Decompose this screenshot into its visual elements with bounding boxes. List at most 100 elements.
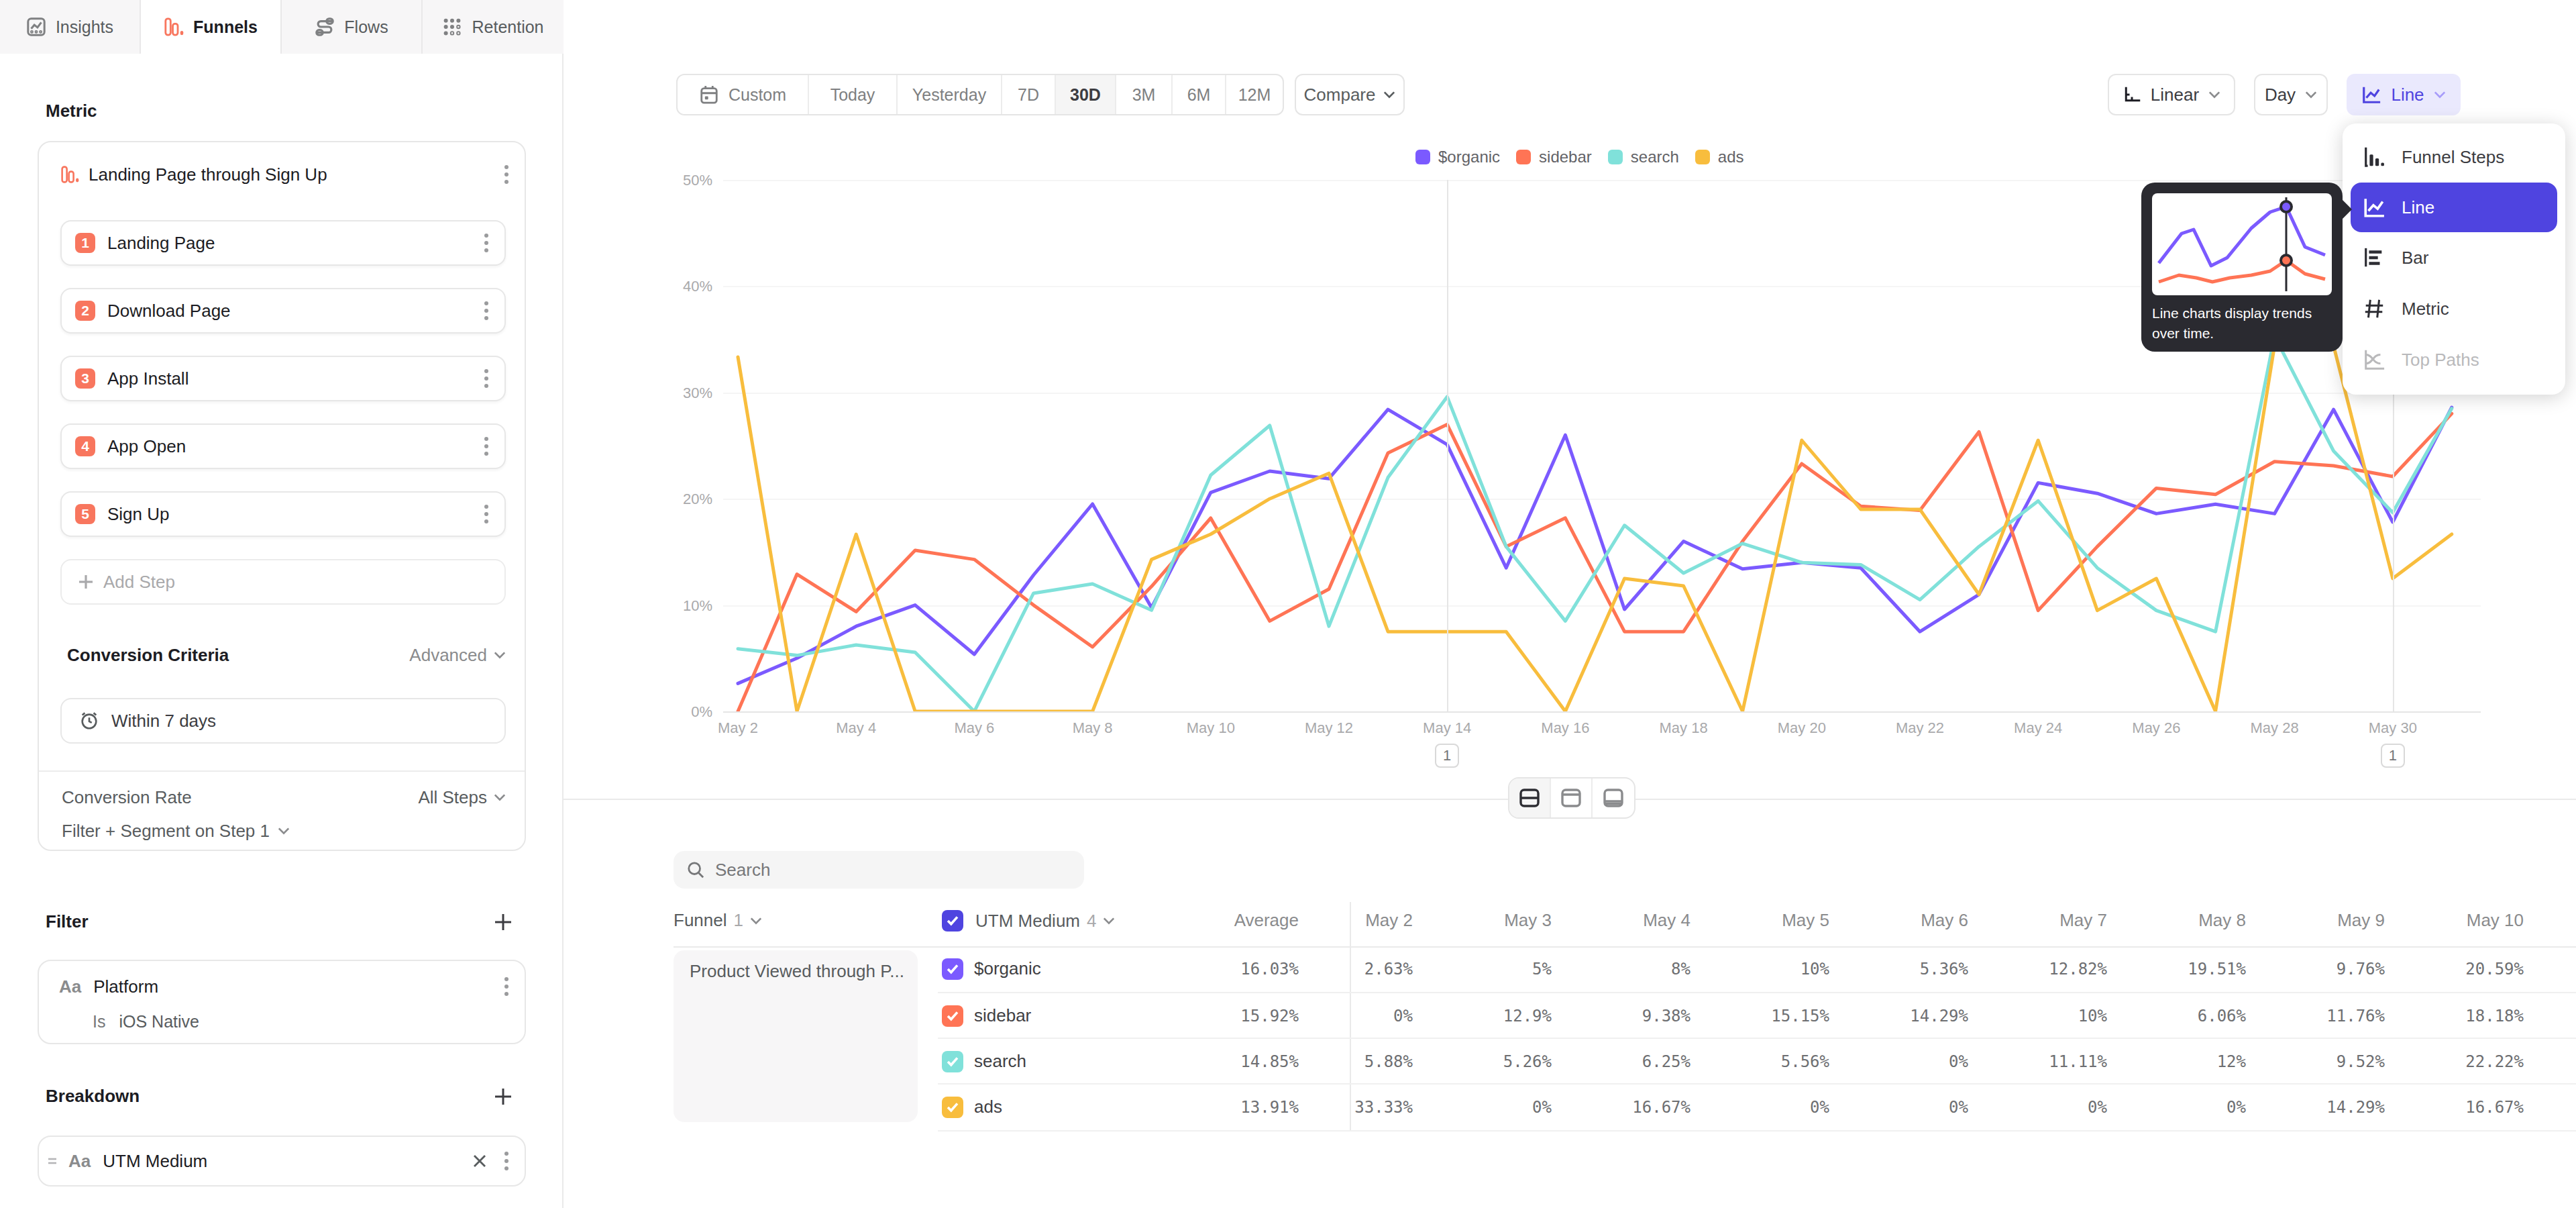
report-tabbar: Insights Funnels Flows Retention — [0, 0, 564, 54]
menu-item-line[interactable]: Line — [2351, 183, 2557, 232]
step-menu-button[interactable] — [484, 369, 488, 388]
chart-type-dropdown[interactable]: Line — [2347, 74, 2461, 115]
breakdown-card[interactable]: Aa UTM Medium — [38, 1136, 526, 1187]
range-7d[interactable]: 7D — [1002, 75, 1056, 114]
tab-funnels[interactable]: Funnels — [141, 0, 282, 54]
table-row[interactable]: search14.85%5.88%5.26%6.25%5.56%0%11.11%… — [938, 1038, 2576, 1083]
x-tick-label: May 14 — [1423, 719, 1471, 737]
chart-x-axis: May 2May 4May 6May 8May 10May 12May 14Ma… — [723, 719, 2481, 741]
column-header[interactable]: May 6 — [1841, 910, 1968, 931]
step-menu-button[interactable] — [484, 234, 488, 252]
step-row-1[interactable]: 1 Landing Page — [60, 220, 506, 266]
column-header[interactable]: May 4 — [1563, 910, 1690, 931]
range-12m[interactable]: 12M — [1226, 75, 1283, 114]
metric-heading: Metric — [46, 101, 97, 121]
column-header[interactable]: May 3 — [1424, 910, 1552, 931]
row-checkbox[interactable] — [942, 1097, 963, 1118]
menu-item-bar[interactable]: Bar — [2343, 232, 2565, 283]
filter-menu-button[interactable] — [504, 977, 508, 996]
legend-item[interactable]: $organic — [1415, 148, 1500, 166]
column-header[interactable]: May 8 — [2118, 910, 2246, 931]
breakdown-property: UTM Medium — [103, 1151, 207, 1172]
advanced-dropdown[interactable]: Advanced — [409, 645, 506, 666]
range-yesterday[interactable]: Yesterday — [898, 75, 1002, 114]
tab-flows[interactable]: Flows — [282, 0, 423, 54]
step-label: App Open — [107, 436, 186, 457]
add-step-button[interactable]: Add Step — [60, 559, 506, 605]
funnel-cell[interactable]: Product Viewed through P... — [674, 950, 918, 1122]
step-menu-button[interactable] — [484, 505, 488, 523]
conversion-window[interactable]: Within 7 days — [60, 698, 506, 744]
row-checkbox[interactable] — [942, 1005, 963, 1027]
legend-swatch — [1695, 150, 1710, 164]
table-row[interactable]: $organic16.03%2.63%5%8%10%5.36%12.82%19.… — [938, 946, 2576, 992]
check-icon — [947, 1056, 959, 1067]
chevron-down-icon — [2434, 91, 2446, 99]
annotation-badge[interactable]: 1 — [2381, 744, 2405, 768]
range-30d[interactable]: 30D — [1056, 75, 1116, 114]
column-header[interactable]: May 7 — [1980, 910, 2107, 931]
add-breakdown-icon[interactable] — [494, 1087, 513, 1106]
row-checkbox[interactable] — [942, 958, 963, 980]
interval-dropdown[interactable]: Day — [2254, 74, 2328, 115]
menu-item-label: Metric — [2402, 299, 2449, 319]
table-row[interactable]: ads13.91%33.33%0%16.67%0%0%0%0%14.29%16.… — [938, 1083, 2576, 1129]
layout-table-button[interactable] — [1593, 778, 1634, 817]
compare-button[interactable]: Compare — [1295, 74, 1405, 115]
step-row-4[interactable]: 4 App Open — [60, 423, 506, 469]
step-menu-button[interactable] — [484, 301, 488, 320]
filter-condition: Is iOS Native — [93, 1009, 199, 1034]
menu-item-top-paths[interactable]: Top Paths — [2343, 334, 2565, 385]
row-checkbox[interactable] — [942, 1051, 963, 1072]
column-header[interactable]: May 10 — [2396, 910, 2524, 931]
value-cell: 6.06% — [2118, 1007, 2246, 1025]
step-row-5[interactable]: 5 Sign Up — [60, 491, 506, 537]
scale-dropdown[interactable]: Linear — [2108, 74, 2235, 115]
value-cell: 14.29% — [2257, 1098, 2385, 1117]
drag-handle-icon[interactable] — [47, 1156, 58, 1166]
column-header[interactable]: May 5 — [1702, 910, 1829, 931]
range-6m[interactable]: 6M — [1173, 75, 1226, 114]
menu-item-funnel-steps[interactable]: Funnel Steps — [2343, 132, 2565, 183]
filter-card[interactable]: Aa Platform Is iOS Native — [38, 960, 526, 1044]
search-input[interactable]: Search — [674, 851, 1084, 889]
remove-breakdown-icon[interactable] — [472, 1154, 487, 1168]
add-filter-icon[interactable] — [494, 913, 513, 932]
value-cell: 0% — [2118, 1098, 2246, 1117]
layout-chart-button[interactable] — [1551, 778, 1593, 817]
column-header[interactable]: Average — [1171, 910, 1299, 931]
breakdown-menu-button[interactable] — [504, 1152, 508, 1170]
step-row-2[interactable]: 2 Download Page — [60, 288, 506, 334]
funnel-column-header[interactable]: Funnel 1 — [674, 910, 762, 931]
menu-item-label: Top Paths — [2402, 350, 2479, 370]
step-menu-button[interactable] — [484, 437, 488, 456]
tab-insights[interactable]: Insights — [0, 0, 141, 54]
filter-segment-dropdown[interactable]: Filter + Segment on Step 1 — [62, 817, 506, 844]
legend-item[interactable]: search — [1608, 148, 1679, 166]
tab-retention[interactable]: Retention — [423, 0, 564, 54]
table-body: $organic16.03%2.63%5%8%10%5.36%12.82%19.… — [938, 946, 2576, 1131]
range-today[interactable]: Today — [809, 75, 898, 114]
annotation-badge[interactable]: 1 — [1435, 744, 1459, 768]
column-header[interactable]: May 2 — [1285, 910, 1413, 931]
step-row-3[interactable]: 3 App Install — [60, 356, 506, 401]
layout-split-button[interactable] — [1509, 778, 1551, 817]
funnel-menu-button[interactable] — [504, 165, 508, 184]
y-tick-label: 10% — [659, 597, 712, 615]
table-row[interactable]: sidebar15.92%0%12.9%9.38%15.15%14.29%10%… — [938, 992, 2576, 1038]
y-tick-label: 50% — [659, 172, 712, 189]
legend-item[interactable]: sidebar — [1516, 148, 1592, 166]
legend-label: $organic — [1438, 148, 1500, 166]
range-3m[interactable]: 3M — [1116, 75, 1173, 114]
filter-operator: Is — [93, 1012, 105, 1031]
value-cell: 9.38% — [1563, 1007, 1690, 1025]
column-header[interactable]: May 9 — [2257, 910, 2385, 931]
value-cell: 9.76% — [2257, 960, 2385, 978]
step-number-badge: 1 — [75, 233, 95, 253]
breakdown-heading: Breakdown — [46, 1086, 140, 1107]
retention-icon — [442, 17, 462, 37]
conversion-rate-dropdown[interactable]: All Steps — [418, 787, 506, 808]
legend-item[interactable]: ads — [1695, 148, 1744, 166]
range-custom[interactable]: Custom — [678, 75, 809, 114]
menu-item-metric[interactable]: Metric — [2343, 283, 2565, 334]
